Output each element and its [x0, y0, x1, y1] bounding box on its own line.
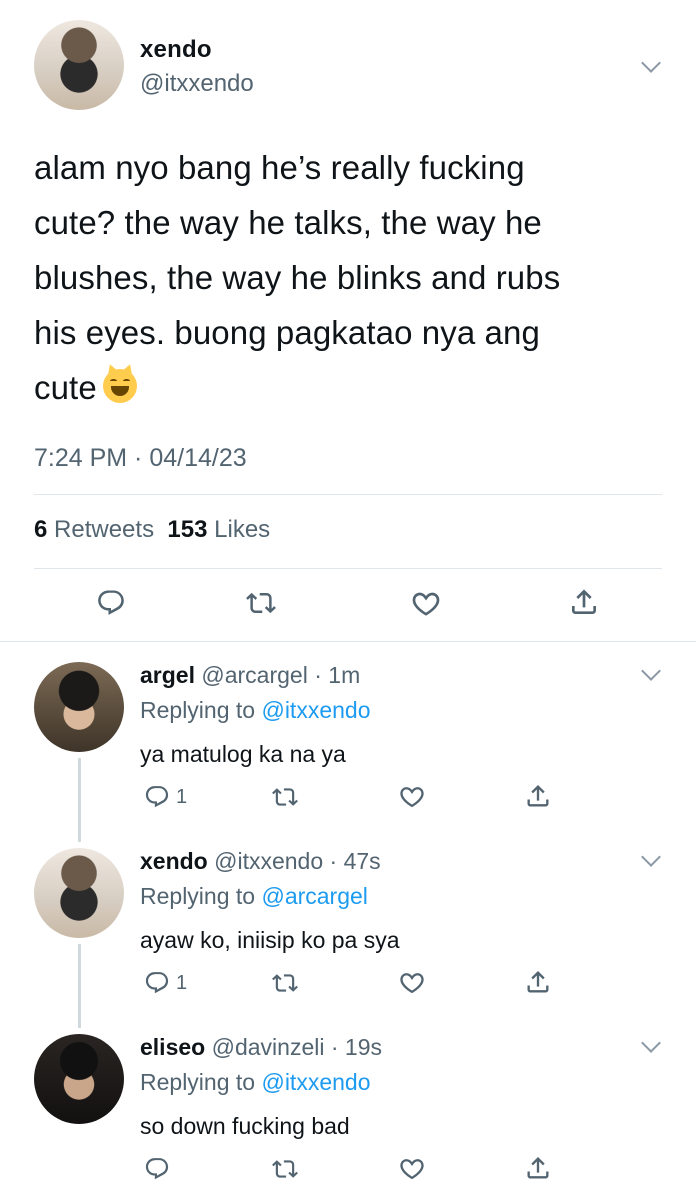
reply-count: 1 — [176, 971, 188, 994]
likes-label[interactable]: Likes — [214, 516, 270, 543]
author-name[interactable]: xendo — [140, 36, 212, 64]
reply-time[interactable]: 1m — [328, 662, 360, 688]
avatar[interactable] — [34, 848, 124, 938]
author-handle[interactable]: @itxxendo — [140, 70, 254, 98]
thread-line — [78, 758, 81, 842]
replying-prefix: Replying to — [140, 883, 256, 909]
like-button[interactable] — [398, 783, 426, 811]
share-button[interactable] — [568, 586, 600, 618]
heart-icon — [398, 783, 426, 811]
share-button[interactable] — [524, 968, 552, 996]
replying-to: Replying to @itxxendo — [140, 697, 370, 724]
mention-link[interactable]: @itxxendo — [261, 697, 370, 723]
divider — [0, 641, 696, 642]
share-button[interactable] — [524, 1154, 552, 1182]
reply-text: ayaw ko, iniisip ko pa sya — [140, 927, 400, 953]
reply-icon — [144, 970, 170, 996]
tweet-text-line: cute — [34, 360, 654, 415]
retweet-icon — [272, 970, 298, 996]
mention-link[interactable]: @arcargel — [261, 883, 367, 909]
avatar[interactable] — [34, 662, 124, 752]
main-tweet: xendo @itxxendo alam nyo bang he’s reall… — [0, 0, 696, 642]
reply-count: 1 — [176, 785, 188, 808]
smiling-cat-emoji-icon — [102, 369, 137, 403]
tweet-text-line: blushes, the way he blinks and rubs — [34, 259, 561, 296]
replying-to: Replying to @itxxendo — [140, 1069, 370, 1096]
share-icon — [524, 968, 552, 996]
retweet-button[interactable] — [272, 784, 298, 810]
like-button[interactable] — [398, 969, 426, 997]
tweet-text-line: alam nyo bang he’s really fucking — [34, 149, 525, 186]
retweets-count[interactable]: 6 — [34, 516, 47, 543]
heart-icon — [398, 1155, 426, 1183]
retweets-label[interactable]: Retweets — [54, 516, 154, 543]
reply-author-name[interactable]: eliseo — [140, 1034, 205, 1060]
reply-button[interactable]: 1 — [144, 970, 187, 996]
replying-prefix: Replying to — [140, 697, 256, 723]
reply-button[interactable]: 1 — [144, 784, 187, 810]
tweet-stats: 6 Retweets 153 Likes — [34, 516, 270, 544]
reply-text: so down fucking bad — [140, 1113, 350, 1139]
share-icon — [524, 1154, 552, 1182]
chevron-down-icon[interactable] — [641, 847, 661, 867]
retweet-button[interactable] — [272, 970, 298, 996]
retweet-icon — [246, 588, 276, 618]
replying-prefix: Replying to — [140, 1069, 256, 1095]
tweet-text-line: his eyes. buong pagkatao nya ang — [34, 314, 540, 351]
avatar[interactable] — [34, 1034, 124, 1124]
reply-author-handle[interactable]: @davinzeli — [212, 1034, 325, 1060]
mention-link[interactable]: @itxxendo — [261, 1069, 370, 1095]
reply-icon — [144, 1156, 170, 1182]
share-button[interactable] — [524, 782, 552, 810]
tweet-text-line: cute? the way he talks, the way he — [34, 204, 542, 241]
divider — [34, 568, 662, 569]
reply-author-name[interactable]: argel — [140, 662, 195, 688]
chevron-down-icon[interactable] — [641, 1033, 661, 1053]
likes-count[interactable]: 153 — [167, 516, 207, 543]
reply-icon — [144, 784, 170, 810]
reply-header: eliseo @davinzeli · 19s — [140, 1034, 382, 1060]
reply-header: argel @arcargel · 1m — [140, 662, 361, 688]
like-button[interactable] — [398, 1155, 426, 1183]
retweet-icon — [272, 784, 298, 810]
avatar[interactable] — [34, 20, 124, 110]
divider — [34, 494, 662, 495]
retweet-icon — [272, 1156, 298, 1182]
reply-author-name[interactable]: xendo — [140, 848, 208, 874]
reply-author-handle[interactable]: @arcargel — [201, 662, 307, 688]
like-button[interactable] — [410, 588, 442, 620]
share-icon — [568, 586, 600, 618]
reply-author-handle[interactable]: @itxxendo — [214, 848, 323, 874]
chevron-down-icon[interactable] — [641, 661, 661, 681]
reply-button[interactable] — [96, 588, 126, 618]
reply-button[interactable] — [144, 1156, 170, 1182]
tweet-timestamp[interactable]: 7:24 PM · 04/14/23 — [34, 444, 247, 473]
heart-icon — [398, 969, 426, 997]
tweet-text-last: cute — [34, 369, 97, 406]
reply-text: ya matulog ka na ya — [140, 741, 346, 767]
heart-icon — [410, 588, 442, 620]
thread-line — [78, 944, 81, 1028]
reply-header: xendo @itxxendo · 47s — [140, 848, 381, 874]
retweet-button[interactable] — [272, 1156, 298, 1182]
reply-time[interactable]: 47s — [344, 848, 381, 874]
replying-to: Replying to @arcargel — [140, 883, 368, 910]
retweet-button[interactable] — [246, 588, 276, 618]
share-icon — [524, 782, 552, 810]
chevron-down-icon[interactable] — [641, 53, 661, 73]
tweet-text: alam nyo bang he’s really fucking cute? … — [34, 140, 654, 415]
reply-time[interactable]: 19s — [345, 1034, 382, 1060]
reply-icon — [96, 588, 126, 618]
